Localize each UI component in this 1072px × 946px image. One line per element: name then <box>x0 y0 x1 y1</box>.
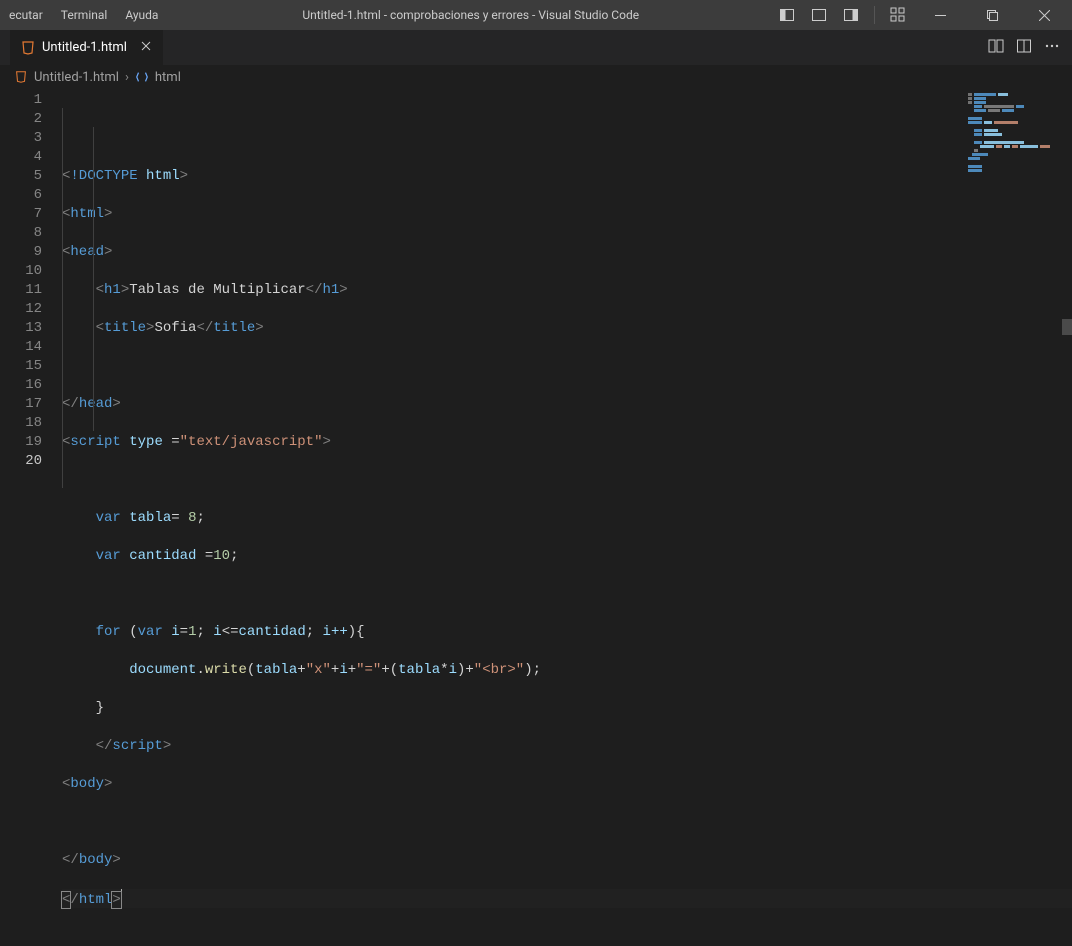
tag-html-close: html <box>79 892 113 908</box>
tab-label: Untitled-1.html <box>42 40 127 55</box>
tab-actions <box>988 30 1072 65</box>
more-actions-icon[interactable] <box>1044 38 1060 58</box>
tab-close-icon[interactable] <box>139 39 153 57</box>
var-i: i <box>171 624 179 640</box>
tab-untitled-1[interactable]: Untitled-1.html <box>10 30 164 65</box>
symbol-icon <box>135 70 149 84</box>
fn-write: write <box>205 662 247 678</box>
tag-title-open: title <box>104 320 146 336</box>
scroll-overview-marker <box>1062 319 1072 335</box>
titlebar: ecutar Terminal Ayuda Untitled-1.html - … <box>0 0 1072 30</box>
layout-left-icon[interactable] <box>774 2 800 28</box>
menu-ayuda[interactable]: Ayuda <box>116 3 167 27</box>
num-1: 1 <box>188 624 196 640</box>
doctype-token: !DOCTYPE <box>70 168 137 184</box>
title-controls <box>774 0 1072 30</box>
var-i-2: i <box>213 624 221 640</box>
minimize-button[interactable] <box>917 0 963 30</box>
var-cantidad: cantidad <box>129 548 196 564</box>
str-eq: "=" <box>356 662 381 678</box>
breadcrumb-file[interactable]: Untitled-1.html <box>34 70 119 85</box>
num-10: 10 <box>213 548 230 564</box>
layout-bottom-icon[interactable] <box>806 2 832 28</box>
tag-body-close: body <box>79 852 113 868</box>
title-text: Sofia <box>154 320 196 336</box>
tag-head-close: head <box>79 396 113 412</box>
split-editor-icon[interactable] <box>1016 38 1032 58</box>
customize-layout-icon[interactable] <box>885 2 911 28</box>
var-inc: i++ <box>323 624 348 640</box>
menu-ejecutar[interactable]: ecutar <box>0 3 52 27</box>
arg-i: i <box>339 662 347 678</box>
html-file-icon <box>14 70 28 84</box>
var-tabla: tabla <box>129 510 171 526</box>
str-br: "<br>" <box>474 662 524 678</box>
tag-h1-close: h1 <box>322 282 339 298</box>
var-cantidad-ref: cantidad <box>239 624 306 640</box>
menubar: ecutar Terminal Ayuda <box>0 3 167 27</box>
attr-type-value: "text/javascript" <box>180 434 323 450</box>
tag-h1-open: h1 <box>104 282 121 298</box>
line-number-gutter[interactable]: 12345 678910 1112131415 1617181920 <box>0 89 62 625</box>
layout-right-icon[interactable] <box>838 2 864 28</box>
maximize-button[interactable] <box>969 0 1015 30</box>
breadcrumb[interactable]: Untitled-1.html › html <box>0 65 1072 89</box>
vertical-scrollbar[interactable] <box>1062 89 1072 625</box>
str-x: "x" <box>306 662 331 678</box>
tag-title-close: title <box>213 320 255 336</box>
arg-tabla: tabla <box>255 662 297 678</box>
breadcrumb-symbol[interactable]: html <box>155 70 181 85</box>
compare-changes-icon[interactable] <box>988 38 1004 58</box>
menu-terminal[interactable]: Terminal <box>52 3 117 27</box>
tag-html-open: html <box>70 206 104 222</box>
code-content[interactable]: <!DOCTYPE html> <html> <head> <h1>Tablas… <box>62 89 1072 625</box>
kw-var-3: var <box>138 624 163 640</box>
tag-script-close: script <box>112 738 162 754</box>
tag-script-open: script <box>70 434 120 450</box>
obj-document: document <box>129 662 196 678</box>
h1-text: Tablas de Multiplicar <box>129 282 305 298</box>
tag-head-open: head <box>70 244 104 260</box>
editor[interactable]: 12345 678910 1112131415 1617181920 <!DOC… <box>0 89 1072 625</box>
arg-i-2: i <box>449 662 457 678</box>
attr-type: type <box>129 434 163 450</box>
text-cursor <box>121 889 122 905</box>
doctype-html: html <box>146 168 180 184</box>
close-button[interactable] <box>1021 0 1067 30</box>
tag-body-open: body <box>70 776 104 792</box>
kw-var-2: var <box>96 548 121 564</box>
minimap[interactable] <box>962 93 1062 183</box>
window-title: Untitled-1.html - comprobaciones y error… <box>167 8 774 22</box>
kw-var: var <box>96 510 121 526</box>
kw-for: for <box>96 624 121 640</box>
arg-tabla-2: tabla <box>398 662 440 678</box>
html-file-icon <box>20 40 36 56</box>
separator <box>874 6 875 24</box>
tabbar: Untitled-1.html <box>0 30 1072 65</box>
chevron-right-icon: › <box>125 70 129 85</box>
